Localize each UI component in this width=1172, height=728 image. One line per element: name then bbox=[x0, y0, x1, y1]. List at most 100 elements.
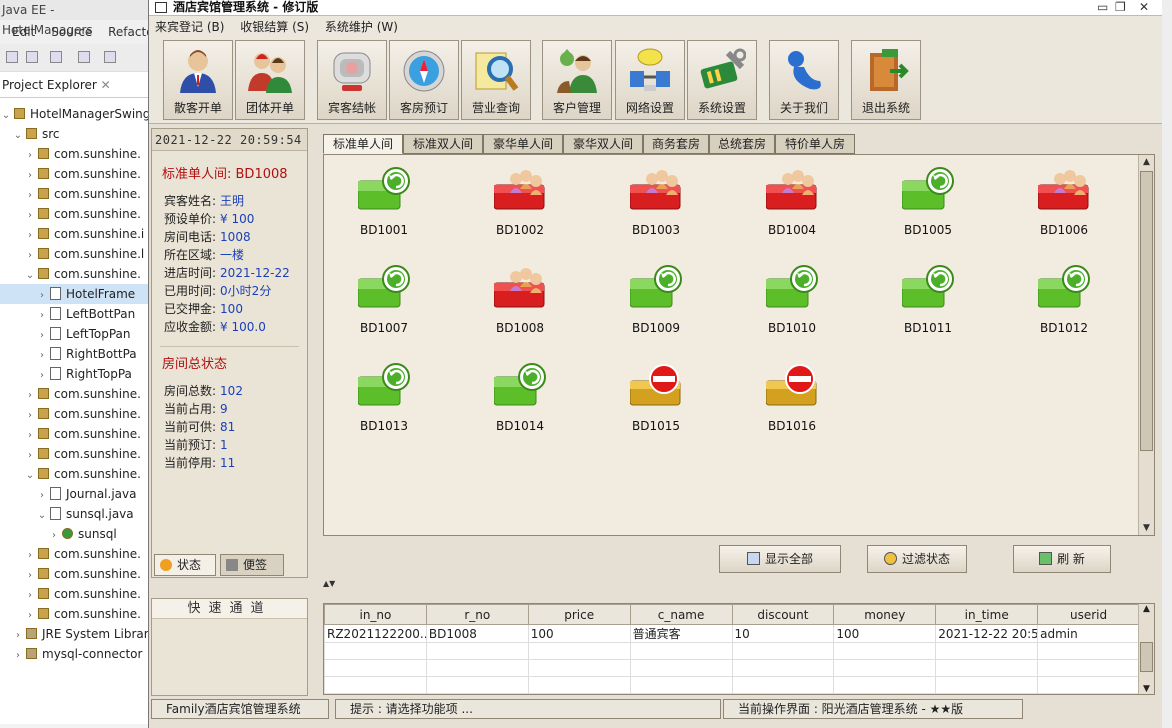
tree-item[interactable]: › com.sunshine. bbox=[0, 604, 148, 624]
column-header[interactable]: userid bbox=[1037, 604, 1140, 625]
search-icon[interactable] bbox=[104, 51, 116, 63]
tab-status[interactable]: 状态 bbox=[154, 554, 216, 576]
chevron-down-icon[interactable]: ⌄ bbox=[12, 126, 24, 146]
chevron-right-icon[interactable]: › bbox=[24, 606, 36, 626]
tree-item[interactable]: › LeftTopPan bbox=[0, 324, 148, 344]
close-icon[interactable]: ✕ bbox=[101, 78, 111, 92]
table-cell[interactable]: 10 bbox=[731, 624, 835, 643]
tree-item[interactable]: › com.sunshine. bbox=[0, 204, 148, 224]
table-cell[interactable]: 普通宾客 bbox=[629, 624, 733, 643]
room-tab[interactable]: 特价单人房 bbox=[775, 134, 855, 154]
room-disabled[interactable]: BD1015 bbox=[610, 357, 702, 447]
tree-item[interactable]: › com.sunshine. bbox=[0, 584, 148, 604]
tree-item[interactable]: › com.sunshine. bbox=[0, 564, 148, 584]
scroll-up-icon[interactable]: ▲ bbox=[1139, 604, 1154, 614]
chevron-right-icon[interactable]: › bbox=[24, 566, 36, 586]
column-header[interactable]: c_name bbox=[629, 604, 733, 625]
room-occupied[interactable]: BD1003 bbox=[610, 161, 702, 251]
table-cell[interactable] bbox=[1037, 659, 1140, 677]
tree-item[interactable]: › JRE System Librar bbox=[0, 624, 148, 644]
print-icon[interactable] bbox=[50, 51, 62, 63]
scroll-up-icon[interactable]: ▲ bbox=[1139, 155, 1154, 169]
room-available[interactable]: BD1005 bbox=[882, 161, 974, 251]
table-cell[interactable] bbox=[1037, 676, 1140, 694]
tree-item[interactable]: ⌄ sunsql.java bbox=[0, 504, 148, 524]
chevron-right-icon[interactable]: › bbox=[24, 246, 36, 266]
room-available[interactable]: BD1014 bbox=[474, 357, 566, 447]
filter-status-button[interactable]: 过滤状态 bbox=[867, 545, 967, 573]
table-row[interactable] bbox=[324, 642, 1140, 660]
table-cell[interactable] bbox=[833, 659, 937, 677]
toolbar-button-group-open[interactable]: 团体开单 bbox=[235, 40, 305, 120]
tree-item[interactable]: › com.sunshine.i bbox=[0, 224, 148, 244]
eclipse-menu-refactor[interactable]: Refacto bbox=[108, 25, 148, 39]
tree-item[interactable]: › Journal.java bbox=[0, 484, 148, 504]
chevron-right-icon[interactable]: › bbox=[24, 146, 36, 166]
table-cell[interactable] bbox=[731, 676, 835, 694]
tree-item[interactable]: ⌄ src bbox=[0, 124, 148, 144]
chevron-right-icon[interactable]: › bbox=[24, 406, 36, 426]
debug-icon[interactable] bbox=[78, 51, 90, 63]
chevron-right-icon[interactable]: › bbox=[24, 186, 36, 206]
table-cell[interactable] bbox=[527, 659, 631, 677]
room-tab[interactable]: 商务套房 bbox=[643, 134, 709, 154]
scroll-thumb[interactable] bbox=[1140, 642, 1153, 672]
table-cell[interactable] bbox=[527, 676, 631, 694]
toolbar-button-single-open[interactable]: 散客开单 bbox=[163, 40, 233, 120]
chevron-down-icon[interactable]: ⌄ bbox=[36, 506, 48, 526]
tab-memo[interactable]: 便签 bbox=[220, 554, 284, 576]
column-header[interactable]: price bbox=[527, 604, 631, 625]
chevron-right-icon[interactable]: › bbox=[36, 366, 48, 386]
table-row[interactable]: RZ2021122200... BD1008 100 普通宾客 10 100 2021-12… bbox=[324, 624, 1140, 643]
room-tab[interactable]: 豪华单人间 bbox=[483, 134, 563, 154]
tree-item[interactable]: › com.sunshine. bbox=[0, 444, 148, 464]
refresh-button[interactable]: 刷 新 bbox=[1013, 545, 1111, 573]
chevron-right-icon[interactable]: › bbox=[24, 446, 36, 466]
menu-cashier[interactable]: 收银结算 (S) bbox=[240, 20, 309, 34]
table-cell[interactable]: 100 bbox=[833, 624, 937, 643]
chevron-down-icon[interactable]: ⌄ bbox=[24, 266, 36, 286]
chevron-right-icon[interactable]: › bbox=[12, 646, 24, 666]
room-tab[interactable]: 标准单人间 bbox=[323, 134, 403, 154]
tree-item[interactable]: › com.sunshine. bbox=[0, 544, 148, 564]
scroll-down-icon[interactable]: ▼ bbox=[1139, 684, 1154, 694]
toolbar-button-system-settings[interactable]: 系统设置 bbox=[687, 40, 757, 120]
chevron-down-icon[interactable]: ⌄ bbox=[24, 466, 36, 486]
column-header[interactable]: r_no bbox=[425, 604, 529, 625]
chevron-right-icon[interactable]: › bbox=[24, 226, 36, 246]
table-row[interactable] bbox=[324, 676, 1140, 694]
tree-item[interactable]: › HotelFrame bbox=[0, 284, 148, 304]
column-header[interactable]: discount bbox=[731, 604, 835, 625]
tree-item[interactable]: ⌄ com.sunshine. bbox=[0, 264, 148, 284]
room-tab[interactable]: 标准双人间 bbox=[403, 134, 483, 154]
table-cell[interactable]: 2021-12-22 20:5... bbox=[935, 624, 1039, 643]
chevron-right-icon[interactable]: › bbox=[36, 326, 48, 346]
toolbar-button-customer-mgmt[interactable]: 客户管理 bbox=[542, 40, 612, 120]
table-cell[interactable] bbox=[731, 642, 835, 660]
room-available[interactable]: BD1007 bbox=[338, 259, 430, 349]
eclipse-menu-source[interactable]: Source bbox=[51, 25, 92, 39]
room-available[interactable]: BD1012 bbox=[1018, 259, 1110, 349]
tree-item[interactable]: › com.sunshine. bbox=[0, 184, 148, 204]
tree-item[interactable]: › com.sunshine. bbox=[0, 164, 148, 184]
table-cell[interactable] bbox=[425, 676, 529, 694]
chevron-right-icon[interactable]: › bbox=[24, 166, 36, 186]
menu-guest-register[interactable]: 来宾登记 (B) bbox=[155, 20, 224, 34]
room-disabled[interactable]: BD1016 bbox=[746, 357, 838, 447]
table-cell[interactable] bbox=[935, 642, 1039, 660]
chevron-right-icon[interactable]: › bbox=[36, 286, 48, 306]
table-cell[interactable] bbox=[629, 659, 733, 677]
column-header[interactable]: money bbox=[833, 604, 937, 625]
chevron-right-icon[interactable]: › bbox=[24, 206, 36, 226]
tree-item[interactable]: › com.sunshine. bbox=[0, 144, 148, 164]
maximize-icon[interactable]: ❐ bbox=[1115, 0, 1126, 15]
column-header[interactable]: in_time bbox=[935, 604, 1039, 625]
chevron-right-icon[interactable]: › bbox=[36, 346, 48, 366]
tree-item[interactable]: › RightBottPa bbox=[0, 344, 148, 364]
chevron-right-icon[interactable]: › bbox=[36, 486, 48, 506]
room-occupied[interactable]: BD1002 bbox=[474, 161, 566, 251]
tree-item[interactable]: › RightTopPa bbox=[0, 364, 148, 384]
room-available[interactable]: BD1011 bbox=[882, 259, 974, 349]
minimize-icon[interactable]: ▭ bbox=[1097, 0, 1108, 15]
save-icon[interactable] bbox=[26, 51, 38, 63]
